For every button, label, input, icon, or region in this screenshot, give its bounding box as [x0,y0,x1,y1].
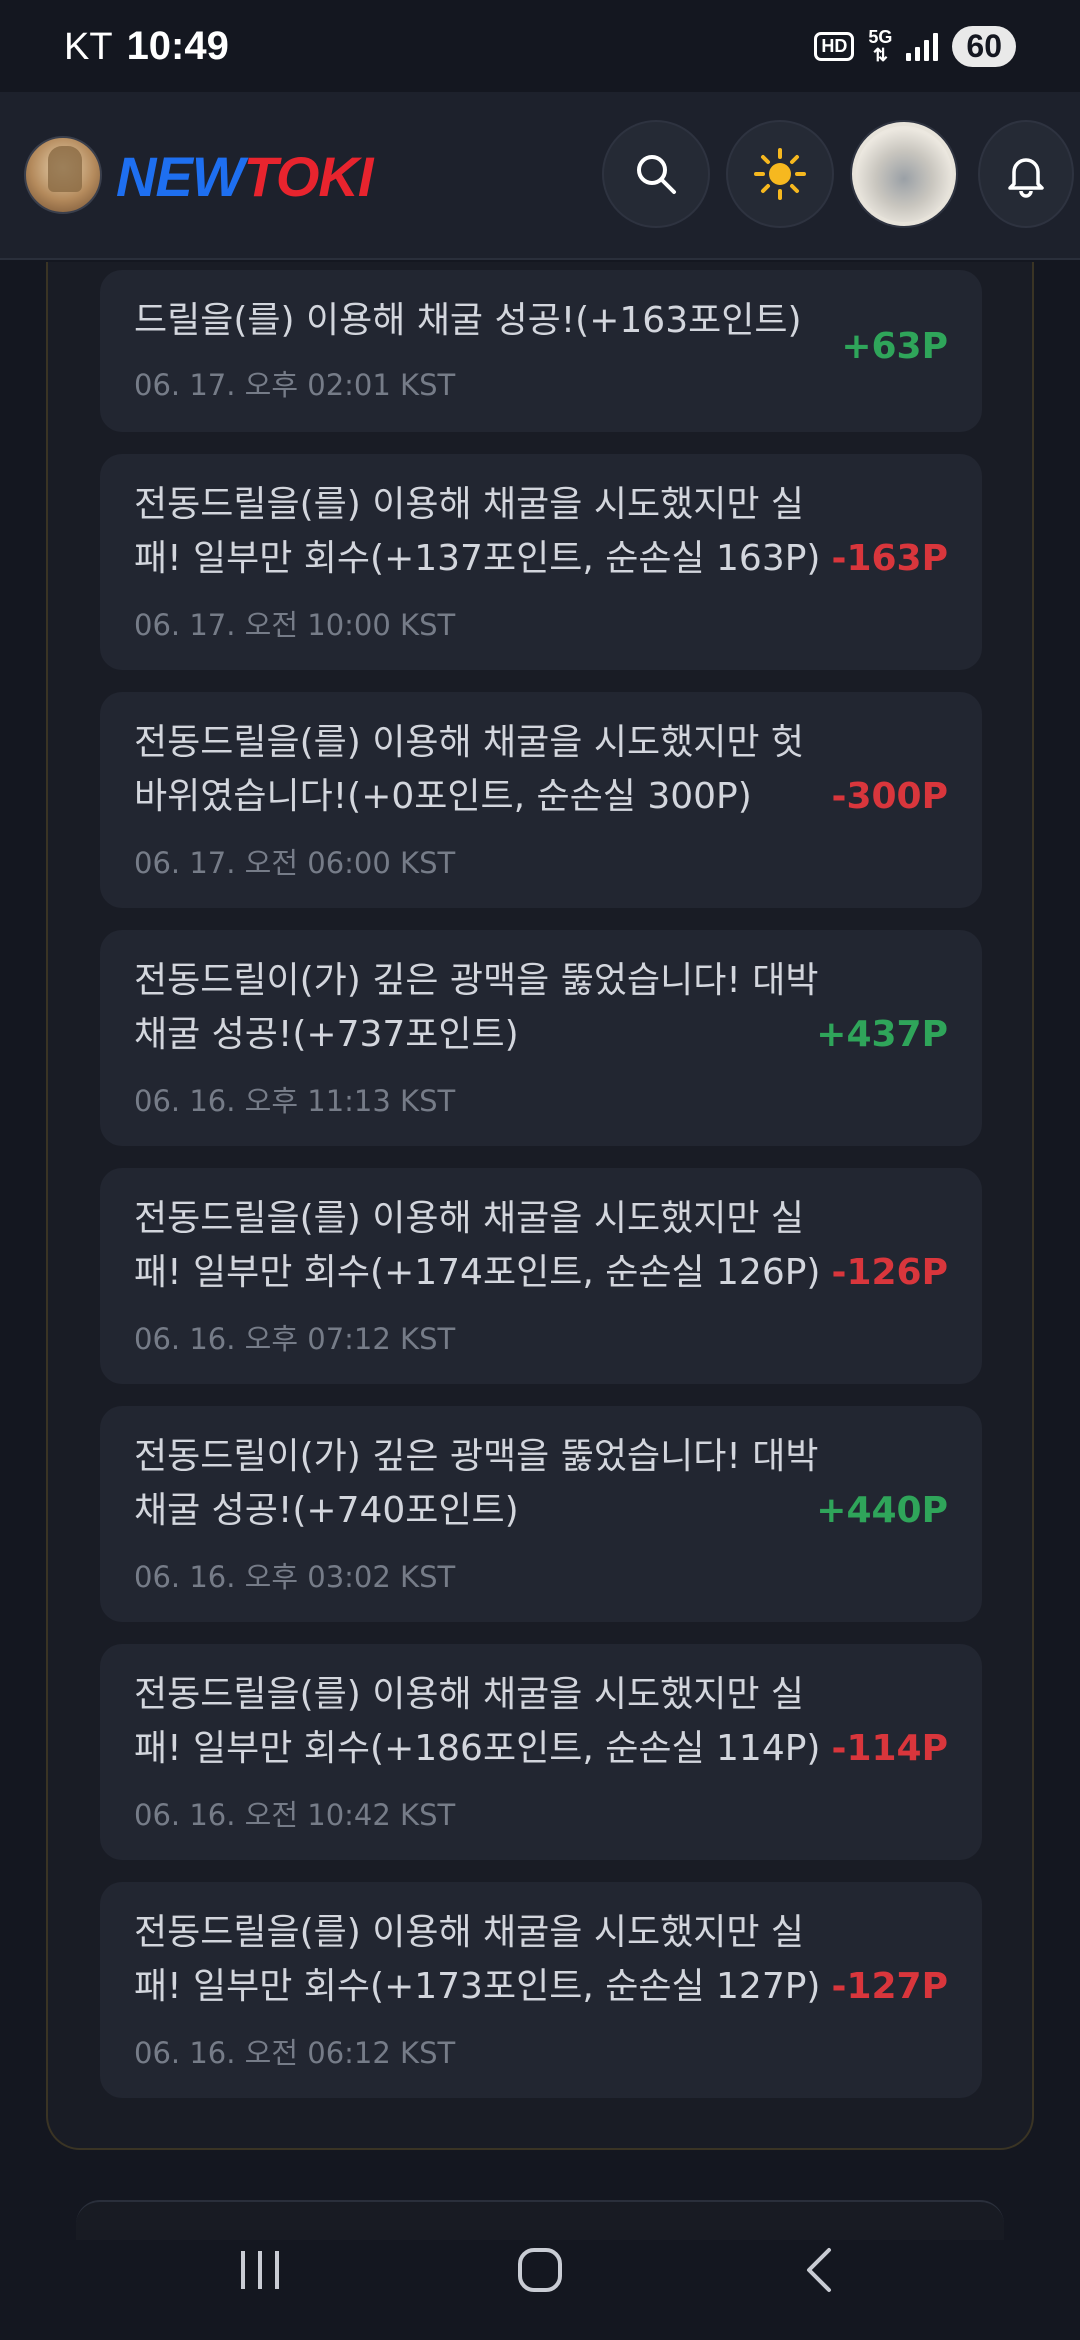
status-bar: KT 10:49 HD 5G ⇅ 60 [0,0,1080,92]
entry-points: +437P [816,1014,948,1055]
entry-date: 06. 16. 오전 10:42 KST [134,1798,456,1832]
entry-date: 06. 17. 오후 02:01 KST [134,368,456,402]
home-icon [518,2248,562,2292]
hd-voice-icon: HD [814,31,855,61]
entry-points: -163P [831,538,948,579]
history-entry: 전동드릴을(를) 이용해 채굴을 시도했지만 실패! 일부만 회수(+174포인… [100,1168,982,1384]
back-icon [807,2248,831,2292]
system-navigation-bar [0,2200,1080,2340]
history-entry: 드릴을(를) 이용해 채굴 성공!(+163포인트) 06. 17. 오후 02… [100,270,982,432]
recents-button[interactable] [215,2225,305,2315]
site-logo[interactable]: NEWTOKI [116,144,374,209]
notifications-button[interactable] [978,120,1074,228]
signal-strength-icon [906,31,939,61]
entry-message: 전동드릴을(를) 이용해 채굴을 시도했지만 실패! 일부만 회수(+174포인… [134,1198,821,1293]
profile-avatar-button[interactable] [850,120,958,228]
entry-message: 전동드릴이(가) 깊은 광맥을 뚫었습니다! 대박 채굴 성공!(+740포인트… [134,1436,819,1531]
entry-points: -300P [831,776,948,817]
logo-mascot-icon[interactable] [24,136,102,214]
bell-icon [1008,158,1044,198]
entry-message: 전동드릴이(가) 깊은 광맥을 뚫었습니다! 대박 채굴 성공!(+737포인트… [134,960,819,1055]
carrier-label: KT [64,25,113,68]
status-left: KT 10:49 [64,24,229,69]
entry-message: 전동드릴을(를) 이용해 채굴을 시도했지만 실패! 일부만 회수(+186포인… [134,1674,821,1769]
entry-date: 06. 16. 오후 07:12 KST [134,1322,456,1356]
mining-history-panel: 드릴을(를) 이용해 채굴 성공!(+163포인트) 06. 17. 오후 02… [46,262,1034,2150]
logo-text-new: NEW [116,145,245,208]
network-label: 5G [868,27,893,47]
entry-date: 06. 16. 오후 11:13 KST [134,1084,456,1118]
entry-points: -114P [831,1728,948,1769]
clock: 10:49 [126,23,229,68]
entry-date: 06. 16. 오후 03:02 KST [134,1560,456,1594]
entry-message: 전동드릴을(를) 이용해 채굴을 시도했지만 실패! 일부만 회수(+173포인… [134,1912,821,2007]
battery-indicator: 60 [952,25,1016,67]
history-entry: 전동드릴을(를) 이용해 채굴을 시도했지만 실패! 일부만 회수(+137포인… [100,454,982,670]
network-5g-icon: 5G ⇅ [868,28,892,64]
history-entry: 전동드릴이(가) 깊은 광맥을 뚫었습니다! 대박 채굴 성공!(+740포인트… [100,1406,982,1622]
history-entry: 전동드릴을(를) 이용해 채굴을 시도했지만 실패! 일부만 회수(+173포인… [100,1882,982,2098]
theme-toggle-button[interactable] [726,120,834,228]
avatar [856,126,952,222]
entry-points: -126P [831,1252,948,1293]
history-entry: 전동드릴을(를) 이용해 채굴을 시도했지만 실패! 일부만 회수(+186포인… [100,1644,982,1860]
entry-date: 06. 17. 오전 06:00 KST [134,846,456,880]
sun-icon [754,148,806,200]
entry-message: 드릴을(를) 이용해 채굴 성공!(+163포인트) [134,300,802,341]
entry-message: 전동드릴을(를) 이용해 채굴을 시도했지만 실패! 일부만 회수(+137포인… [134,484,821,579]
history-entry: 전동드릴이(가) 깊은 광맥을 뚫었습니다! 대박 채굴 성공!(+737포인트… [100,930,982,1146]
back-button[interactable] [775,2225,865,2315]
entry-points: +440P [816,1490,948,1531]
search-button[interactable] [602,120,710,228]
logo-text-toki: TOKI [243,145,374,208]
recents-icon [241,2251,279,2289]
entry-date: 06. 17. 오전 10:00 KST [134,608,456,642]
entry-points: -127P [831,1966,948,2007]
history-entry: 전동드릴을(를) 이용해 채굴을 시도했지만 헛바위였습니다!(+0포인트, 순… [100,692,982,908]
data-arrows-icon: ⇅ [872,45,888,65]
entry-message: 전동드릴을(를) 이용해 채굴을 시도했지만 헛바위였습니다!(+0포인트, 순… [134,722,805,817]
app-header: NEWTOKI [0,92,1080,260]
entry-points: +63P [841,326,948,367]
home-button[interactable] [495,2225,585,2315]
search-icon [637,155,676,194]
entry-date: 06. 16. 오전 06:12 KST [134,2036,456,2070]
status-right: HD 5G ⇅ 60 [814,25,1016,67]
